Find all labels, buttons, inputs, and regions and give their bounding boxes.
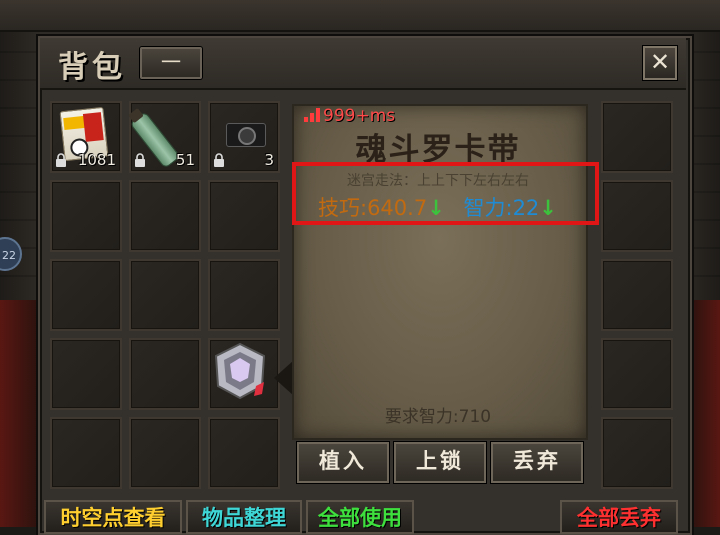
inventory-slot-empty[interactable] xyxy=(601,101,673,173)
top-border xyxy=(0,0,720,32)
inventory-slot-2[interactable]: 51 xyxy=(128,101,201,173)
inventory-slot-empty[interactable] xyxy=(129,417,201,489)
inventory-slot-empty[interactable] xyxy=(129,338,201,410)
pointer-arrow xyxy=(274,360,294,396)
sort-button[interactable]: 物品整理 xyxy=(186,500,302,534)
lock-icon xyxy=(56,153,66,167)
inventory-slot-empty[interactable] xyxy=(50,259,122,331)
signal-icon xyxy=(304,108,320,122)
camera-icon xyxy=(226,123,266,147)
item-quantity: 3 xyxy=(264,151,274,169)
time-point-button[interactable]: 时空点查看 xyxy=(44,500,182,534)
inventory-slot-empty[interactable] xyxy=(50,338,122,410)
ping-value: 999+ms xyxy=(323,106,396,126)
right-glow xyxy=(690,300,720,527)
inventory-slot-1[interactable]: 1081 xyxy=(50,101,122,173)
item-quantity: 1081 xyxy=(77,151,116,169)
inventory-slot-3[interactable]: 3 xyxy=(208,101,280,173)
left-glow xyxy=(0,300,40,527)
close-button[interactable]: ✕ xyxy=(643,46,677,80)
inventory-slot-empty[interactable] xyxy=(208,259,280,331)
item-quantity: 51 xyxy=(175,151,195,169)
inventory-slot-empty[interactable] xyxy=(601,417,673,489)
lock-icon xyxy=(135,153,145,167)
selected-item-slot[interactable] xyxy=(210,336,280,406)
discard-button[interactable]: 丢弃 xyxy=(491,442,583,483)
close-icon: ✕ xyxy=(649,48,671,76)
inventory-slot-empty[interactable] xyxy=(50,417,122,489)
inventory-slot-empty[interactable] xyxy=(208,180,280,252)
highlight-box xyxy=(292,162,599,225)
lock-button[interactable]: 上锁 xyxy=(394,442,486,483)
lock-icon xyxy=(214,153,224,167)
window-title: 背包 xyxy=(58,50,126,85)
gem-cartridge-icon xyxy=(214,342,266,400)
inventory-slot-empty[interactable] xyxy=(601,259,673,331)
inventory-slot-empty[interactable] xyxy=(601,180,673,252)
discard-all-button[interactable]: 全部丢弃 xyxy=(560,500,678,534)
inventory-slot-empty[interactable] xyxy=(129,180,201,252)
implant-button[interactable]: 植入 xyxy=(297,442,389,483)
title-bar xyxy=(40,38,686,90)
ping-indicator: 999+ms xyxy=(304,106,395,126)
item-requirement: 要求智力:710 xyxy=(384,407,492,427)
inventory-slot-empty[interactable] xyxy=(129,259,201,331)
inventory-slot-empty[interactable] xyxy=(208,417,280,489)
inventory-slot-empty[interactable] xyxy=(601,338,673,410)
inventory-slot-empty[interactable] xyxy=(50,180,122,252)
use-all-button[interactable]: 全部使用 xyxy=(306,500,414,534)
minimize-button[interactable]: 一 xyxy=(140,47,202,79)
